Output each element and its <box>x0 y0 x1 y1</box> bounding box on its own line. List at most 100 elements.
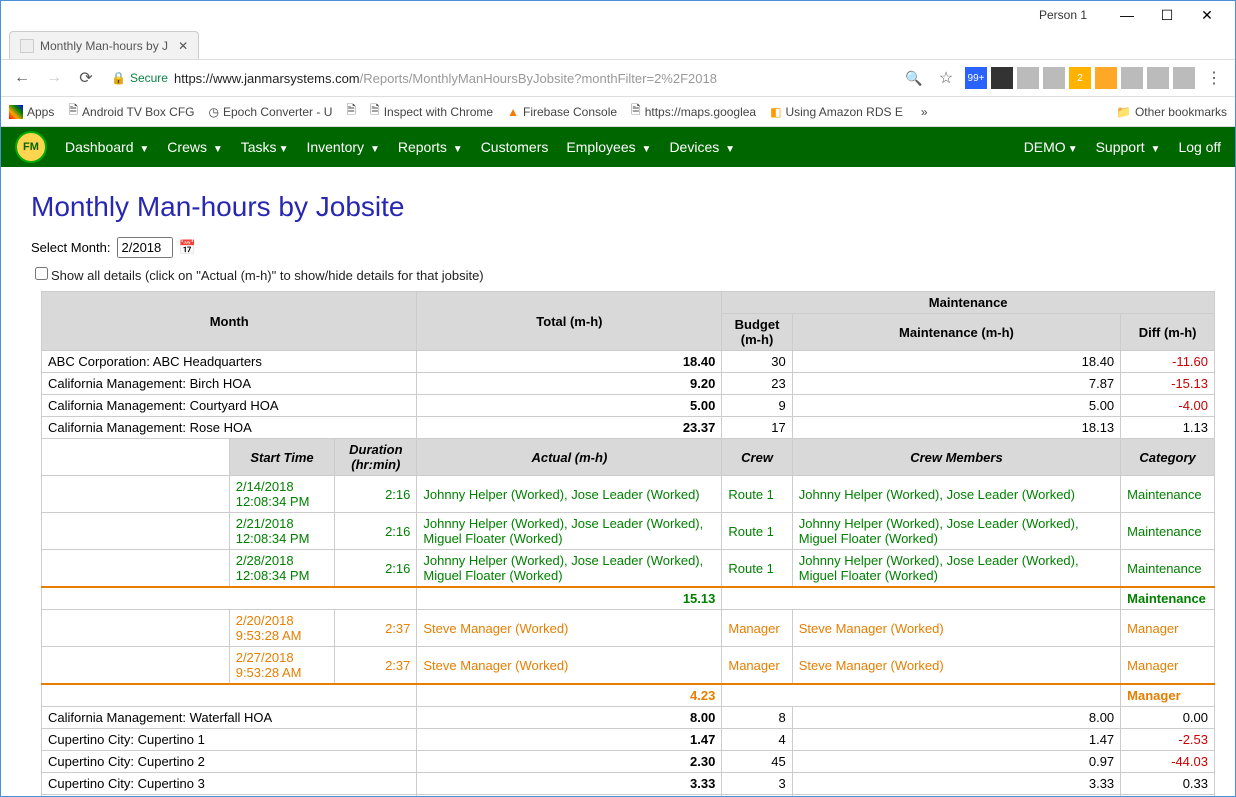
nav-devices[interactable]: Devices ▼ <box>669 139 735 155</box>
show-details-checkbox[interactable] <box>35 267 48 280</box>
hdr-category: Category <box>1121 439 1215 476</box>
bookmarks-overflow[interactable]: » <box>921 105 928 119</box>
close-window-button[interactable]: ✕ <box>1187 1 1227 29</box>
budget-value: 23 <box>722 373 792 395</box>
total-value[interactable]: 5.00 <box>417 395 722 417</box>
ext-icon-4[interactable] <box>1043 67 1065 89</box>
nav-tasks[interactable]: Tasks▼ <box>241 139 289 155</box>
category: Manager <box>1121 610 1215 647</box>
total-value[interactable]: 8.00 <box>417 707 722 729</box>
folder-icon: 📁 <box>1116 105 1131 119</box>
summary-row: California Management: Waterfall HOA8.00… <box>42 707 1215 729</box>
jobsite-name: California Management: Rose HOA <box>42 417 417 439</box>
star-icon[interactable]: ☆ <box>933 65 959 91</box>
apps-bookmark[interactable]: Apps <box>9 105 54 119</box>
bookmark-1[interactable]: 🗎Android TV Box CFG <box>68 101 194 122</box>
ext-icon-5[interactable]: 2 <box>1069 67 1091 89</box>
detail-header: Start Time Duration (hr:min) Actual (m-h… <box>42 439 1215 476</box>
forward-button[interactable]: → <box>41 65 67 91</box>
app-logo[interactable]: FM <box>15 131 47 163</box>
menu-icon[interactable]: ⋮ <box>1201 65 1227 91</box>
jobsite-name: Cupertino City: Cupertino 3 <box>42 773 417 795</box>
category: Manager <box>1121 647 1215 685</box>
secure-indicator: 🔒 Secure <box>111 71 168 85</box>
maint-value: 0.97 <box>792 751 1120 773</box>
maint-value: 3.33 <box>792 773 1120 795</box>
minimize-button[interactable]: — <box>1107 1 1147 29</box>
nav-reports[interactable]: Reports ▼ <box>398 139 463 155</box>
maximize-button[interactable]: ☐ <box>1147 1 1187 29</box>
ext-icon-1[interactable]: 99+ <box>965 67 987 89</box>
extension-icons: 99+ 2 <box>965 67 1195 89</box>
hdr-members: Crew Members <box>792 439 1120 476</box>
diff-value: -11.60 <box>1121 351 1215 373</box>
duration: 2:16 <box>335 476 417 513</box>
nav-logoff[interactable]: Log off <box>1178 139 1221 155</box>
budget-value: 8 <box>722 707 792 729</box>
page-title: Monthly Man-hours by Jobsite <box>31 191 1205 223</box>
budget-value: 45 <box>722 751 792 773</box>
ext-icon-9[interactable] <box>1173 67 1195 89</box>
calendar-icon[interactable]: 📅 <box>179 239 196 256</box>
bookmark-6[interactable]: ◧Using Amazon RDS E <box>770 105 903 119</box>
bookmark-5[interactable]: 🗎https://maps.googlea <box>631 101 756 122</box>
total-value[interactable]: 1.47 <box>417 729 722 751</box>
crew-members: Steve Manager (Worked) <box>792 647 1120 685</box>
url-box[interactable]: 🔒 Secure https://www.janmarsystems.com/R… <box>105 64 895 92</box>
ext-icon-8[interactable] <box>1147 67 1169 89</box>
ext-icon-3[interactable] <box>1017 67 1039 89</box>
jobsite-name: Cupertino City: Cupertino 2 <box>42 751 417 773</box>
apps-label: Apps <box>27 105 54 119</box>
nav-customers[interactable]: Customers <box>481 139 549 155</box>
maint-value: 5.00 <box>792 395 1120 417</box>
caret-icon: ▼ <box>139 144 149 155</box>
tab-close-icon[interactable]: ✕ <box>178 39 188 53</box>
nav-crews[interactable]: Crews ▼ <box>167 139 222 155</box>
crew-name: Manager <box>722 610 792 647</box>
total-value[interactable]: 9.20 <box>417 373 722 395</box>
total-value[interactable]: 18.40 <box>417 351 722 373</box>
maint-value: 18.13 <box>792 417 1120 439</box>
total-value[interactable]: 23.37 <box>417 417 722 439</box>
hdr-month: Month <box>42 292 417 351</box>
nav-support[interactable]: Support ▼ <box>1096 139 1161 155</box>
nav-demo[interactable]: DEMO▼ <box>1024 139 1078 155</box>
ext-icon-6[interactable] <box>1095 67 1117 89</box>
hdr-crew: Crew <box>722 439 792 476</box>
subtotal-maintenance: 15.13 Maintenance <box>42 587 1215 610</box>
month-input[interactable] <box>117 237 173 258</box>
subtotal-orange-cat: Manager <box>1121 684 1215 707</box>
maint-value: 7.87 <box>792 373 1120 395</box>
browser-tab[interactable]: Monthly Man-hours by J ✕ <box>9 31 199 59</box>
back-button[interactable]: ← <box>9 65 35 91</box>
ext-icon-7[interactable] <box>1121 67 1143 89</box>
subtotal-manager: 4.23 Manager <box>42 684 1215 707</box>
firebase-icon: ▲ <box>507 105 519 119</box>
bookmark-2[interactable]: ◷Epoch Converter - U <box>209 105 333 119</box>
other-bookmarks[interactable]: 📁Other bookmarks <box>1116 105 1227 119</box>
secure-label: Secure <box>130 71 168 85</box>
subtotal-orange-total: 4.23 <box>417 684 722 707</box>
hdr-total: Total (m-h) <box>417 292 722 351</box>
nav-employees[interactable]: Employees ▼ <box>566 139 651 155</box>
lock-icon: 🔒 <box>111 71 126 85</box>
hdr-start: Start Time <box>229 439 335 476</box>
reload-button[interactable]: ⟳ <box>73 65 99 91</box>
profile-label: Person 1 <box>1039 8 1087 22</box>
hdr-maintenance-group: Maintenance <box>722 292 1215 314</box>
bookmark-3a[interactable]: 🗎 <box>346 101 356 122</box>
detail-row: 2/27/20189:53:28 AM2:37Steve Manager (Wo… <box>42 647 1215 685</box>
bookmark-3[interactable]: 🗎Inspect with Chrome <box>370 101 493 122</box>
nav-inventory[interactable]: Inventory ▼ <box>306 139 379 155</box>
select-month-label: Select Month: <box>31 240 111 255</box>
detail-row: 2/28/201812:08:34 PM2:16Johnny Helper (W… <box>42 550 1215 588</box>
search-in-page-icon[interactable]: 🔍 <box>901 65 927 91</box>
ext-icon-2[interactable] <box>991 67 1013 89</box>
nav-dashboard[interactable]: Dashboard ▼ <box>65 139 149 155</box>
total-value[interactable]: 2.30 <box>417 751 722 773</box>
summary-row: California Management: Rose HOA23.371718… <box>42 417 1215 439</box>
bookmark-4[interactable]: ▲Firebase Console <box>507 105 617 119</box>
url-text: https://www.janmarsystems.com/Reports/Mo… <box>174 71 717 86</box>
clock-icon: ◷ <box>209 105 219 119</box>
total-value[interactable]: 3.33 <box>417 773 722 795</box>
